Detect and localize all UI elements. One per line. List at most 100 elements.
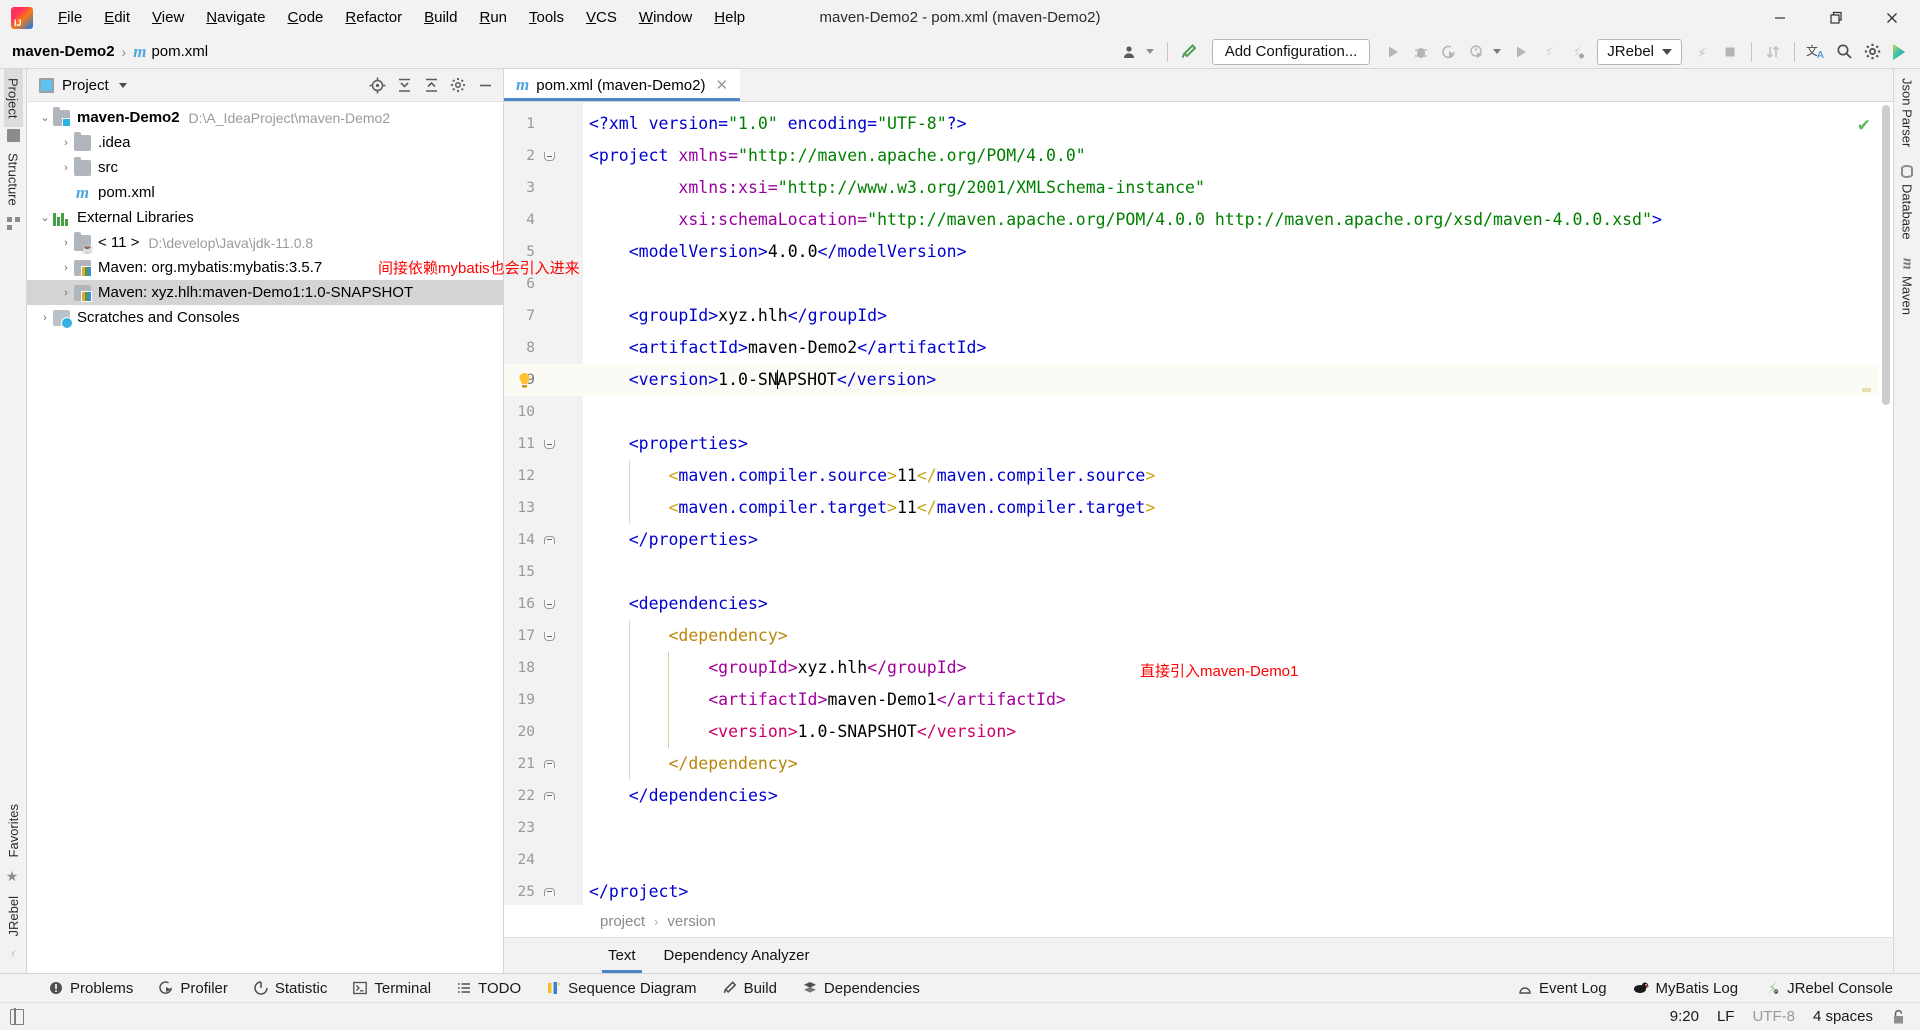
tool-window-todo[interactable]: TODO: [444, 980, 534, 997]
breadcrumb-element-project[interactable]: project: [600, 913, 645, 930]
sidebar-item-favorites[interactable]: Favorites: [4, 795, 23, 866]
search-icon[interactable]: [1830, 38, 1858, 66]
indent-setting[interactable]: 4 spaces: [1813, 1008, 1873, 1025]
menu-item-window[interactable]: Window: [628, 5, 703, 31]
sidebar-item-maven[interactable]: m Maven: [1897, 249, 1918, 324]
tree-node-idea[interactable]: › .idea: [27, 130, 503, 155]
menu-item-view[interactable]: View: [141, 5, 195, 31]
sidebar-item-jrebel[interactable]: JRebel: [4, 887, 23, 945]
code-line-8[interactable]: <artifactId>maven-Demo2</artifactId>: [589, 332, 987, 364]
debug-icon[interactable]: [1407, 38, 1435, 66]
jrebel-dropdown[interactable]: JRebel: [1597, 38, 1682, 65]
tool-window-sequence-diagram[interactable]: Sequence Diagram: [534, 980, 709, 997]
fold-collapse-icon[interactable]: [543, 620, 556, 652]
code-line-22[interactable]: </dependencies>: [589, 780, 778, 812]
fold-end-icon[interactable]: [543, 748, 556, 780]
chevron-right-icon[interactable]: ›: [58, 262, 74, 274]
tree-node-external-libraries[interactable]: ⌄ External Libraries: [27, 205, 503, 230]
update-project-icon[interactable]: [1759, 38, 1787, 66]
fold-end-icon[interactable]: [543, 780, 556, 812]
code-line-25[interactable]: </project>: [589, 876, 688, 905]
user-avatar-icon[interactable]: [1116, 38, 1144, 66]
fold-collapse-icon[interactable]: [543, 140, 556, 172]
build-hammer-icon[interactable]: [1175, 38, 1203, 66]
run-with-coverage-icon[interactable]: [1435, 38, 1463, 66]
file-encoding[interactable]: UTF-8: [1752, 1008, 1795, 1025]
sidebar-item-json-parser[interactable]: Json Parser: [1898, 69, 1917, 156]
menu-item-refactor[interactable]: Refactor: [334, 5, 413, 31]
tool-window-problems[interactable]: Problems: [36, 980, 146, 997]
scroll-from-source-icon[interactable]: [365, 73, 389, 97]
run-alt-icon[interactable]: [1507, 38, 1535, 66]
tool-window-jrebel-console[interactable]: JR JRebel Console: [1751, 980, 1906, 997]
stop-icon[interactable]: [1716, 38, 1744, 66]
gear-icon[interactable]: [1858, 38, 1886, 66]
memory-indicator-icon[interactable]: [10, 1008, 24, 1025]
breadcrumb-project[interactable]: maven-Demo2: [12, 43, 115, 60]
hide-panel-icon[interactable]: [473, 73, 497, 97]
profile-dropdown-caret-icon[interactable]: [1493, 49, 1502, 54]
scrollbar-thumb[interactable]: [1882, 105, 1890, 405]
menu-item-edit[interactable]: Edit: [93, 5, 141, 31]
fold-end-icon[interactable]: [543, 524, 556, 556]
code-line-7[interactable]: <groupId>xyz.hlh</groupId>: [589, 300, 887, 332]
chevron-down-icon[interactable]: ⌄: [37, 211, 53, 224]
fold-collapse-icon[interactable]: [543, 428, 556, 460]
collapse-all-icon[interactable]: [419, 73, 443, 97]
code-line-18[interactable]: <groupId>xyz.hlh</groupId>: [589, 652, 966, 684]
lock-icon[interactable]: [1891, 1009, 1906, 1025]
tree-node-scratches-and-consoles[interactable]: › Scratches and Consoles: [27, 305, 503, 330]
close-icon[interactable]: ✕: [715, 76, 728, 94]
chevron-right-icon[interactable]: ›: [58, 137, 74, 149]
code-line-3[interactable]: xmlns:xsi="http://www.w3.org/2001/XMLSch…: [589, 172, 1205, 204]
jrebel-run-icon[interactable]: [1535, 38, 1563, 66]
chevron-right-icon[interactable]: ›: [58, 162, 74, 174]
code-line-19[interactable]: <artifactId>maven-Demo1</artifactId>: [589, 684, 1066, 716]
close-button[interactable]: [1864, 0, 1920, 35]
sidebar-item-structure[interactable]: Structure: [4, 144, 23, 215]
tool-window-profiler[interactable]: Profiler: [146, 980, 241, 997]
minimize-button[interactable]: [1752, 0, 1808, 35]
tree-node-pom-xml[interactable]: m pom.xml: [27, 180, 503, 205]
sidebar-item-database[interactable]: Database: [1898, 156, 1917, 249]
sidebar-item-project[interactable]: Project: [3, 69, 23, 128]
code-line-17[interactable]: <dependency>: [589, 620, 787, 652]
jrebel-extra-icon[interactable]: [1688, 38, 1716, 66]
jrebel-debug-icon[interactable]: [1563, 38, 1591, 66]
code-line-20[interactable]: <version>1.0-SNAPSHOT</version>: [589, 716, 1016, 748]
profile-icon[interactable]: [1463, 38, 1491, 66]
tool-window-statistic[interactable]: Statistic: [241, 980, 341, 997]
tree-node-maven-demo2[interactable]: ⌄ maven-Demo2 D:\A_IdeaProject\maven-Demo2: [27, 105, 503, 130]
chevron-right-icon[interactable]: ›: [58, 237, 74, 249]
tool-window-dependencies[interactable]: Dependencies: [790, 980, 933, 997]
project-view-chevron-down-icon[interactable]: [118, 82, 127, 88]
tool-window-build[interactable]: Build: [710, 980, 790, 997]
editor-gutter[interactable]: 1 2 3 4 5 6 7 8 9 10 11 12 13 14 15 16 17 18 19 20 21 22 23 24 2…: [504, 102, 583, 905]
code-line-12[interactable]: <maven.compiler.source>11</maven.compile…: [589, 460, 1155, 492]
menu-item-navigate[interactable]: Navigate: [195, 5, 276, 31]
code-content[interactable]: <?xml version="1.0" encoding="UTF-8"?> <p…: [583, 102, 1893, 905]
code-line-13[interactable]: <maven.compiler.target>11</maven.compile…: [589, 492, 1155, 524]
tool-window-event-log[interactable]: Event Log: [1505, 980, 1620, 997]
user-dropdown-caret-icon[interactable]: [1145, 49, 1154, 54]
editor-vertical-scrollbar[interactable]: [1879, 102, 1893, 905]
menu-item-help[interactable]: Help: [703, 5, 756, 31]
code-line-1[interactable]: <?xml version="1.0" encoding="UTF-8"?>: [589, 108, 967, 140]
tab-text[interactable]: Text: [594, 938, 650, 973]
run-icon[interactable]: [1379, 38, 1407, 66]
code-line-16[interactable]: <dependencies>: [589, 588, 768, 620]
menu-item-tools[interactable]: Tools: [518, 5, 575, 31]
line-separator[interactable]: LF: [1717, 1008, 1735, 1025]
tree-node-maven-xyz-hlh-maven-demo1-1-0-snapshot[interactable]: › Maven: xyz.hlh:maven-Demo1:1.0-SNAPSHOT: [27, 280, 503, 305]
menu-item-vcs[interactable]: VCS: [575, 5, 628, 31]
menu-item-file[interactable]: File: [47, 5, 93, 31]
code-line-2[interactable]: <project xmlns="http://maven.apache.org/…: [589, 140, 1086, 172]
fold-end-icon[interactable]: [543, 876, 556, 905]
idea-ultimate-icon[interactable]: [1886, 38, 1914, 66]
translate-icon[interactable]: 文A: [1802, 38, 1830, 66]
fold-collapse-icon[interactable]: [543, 588, 556, 620]
breadcrumb-element-version[interactable]: version: [667, 913, 715, 930]
caret-position[interactable]: 9:20: [1670, 1008, 1699, 1025]
tree-node-src[interactable]: › src: [27, 155, 503, 180]
tool-window-terminal[interactable]: Terminal: [340, 980, 444, 997]
